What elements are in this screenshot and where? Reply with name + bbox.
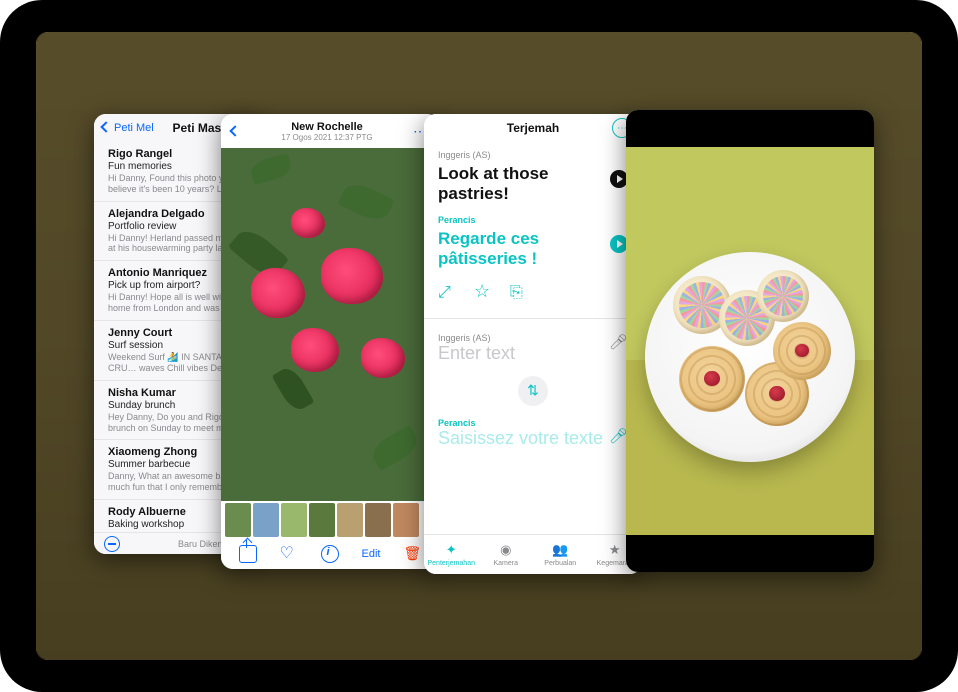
translation-tab-icon: ✦ [446,542,457,558]
output-lang-label[interactable]: Perancis [438,418,628,428]
thumbnail[interactable] [309,503,335,537]
thumbnail[interactable] [253,503,279,537]
photo-location: New Rochelle [241,121,413,133]
app-switcher[interactable]: Mail Peti Masuk Peti Mel Peti Masuk Rigo… [36,32,922,660]
photos-body: New Rochelle 17 Ogos 2021 12:37 PTG ⋯ [221,114,439,569]
ipad-screen: Mail Peti Masuk Peti Mel Peti Masuk Rigo… [36,32,922,660]
edit-button[interactable]: Edit [362,548,381,560]
input-placeholder-text: Enter text [438,343,515,363]
thumbnail[interactable] [225,503,251,537]
plate-image [645,252,855,462]
notes-body [626,110,874,572]
tab-translation[interactable]: ✦ Penterjemahan [424,535,479,574]
trash-icon[interactable] [403,545,421,563]
favorite-icon[interactable] [474,284,492,302]
tab-label: Penterjemahan [428,560,475,567]
app-card-notes[interactable]: Nota Baking Inspiration [626,110,874,572]
translate-tabbar: ✦ Penterjemahan ◉ Kamera 👥 Perbualan [424,534,642,574]
target-input[interactable]: Saisissez votre texte 🎤︎ [438,428,628,449]
translate-content: Inggeris (AS) Look at those pastries! Pe… [424,142,642,456]
app-card-photos[interactable]: Foto New Rochelle 17 Ogos 2021 12:37 PTG… [221,114,439,569]
divider [424,318,642,319]
thumbnail[interactable] [281,503,307,537]
photos-back-button[interactable] [231,122,241,140]
photo-viewer[interactable] [221,148,439,501]
input-lang-label[interactable]: Inggeris (AS) [438,333,628,343]
thumbnail[interactable] [393,503,419,537]
tab-camera[interactable]: ◉ Kamera [479,535,534,574]
target-text-value: Regarde ces pâtisseries ! [438,229,539,268]
dictionary-icon[interactable] [510,284,528,302]
app-card-translate[interactable]: Terjemah Terjemah ⋯ Inggeris (AS) Look a… [424,114,642,574]
source-lang-label[interactable]: Inggeris (AS) [438,150,628,160]
camera-tab-icon: ◉ [500,542,511,558]
source-text-value: Look at those pastries! [438,164,549,203]
chevron-left-icon [231,122,241,139]
photos-toolbar: Edit [221,539,439,569]
favorites-tab-icon: ★ [609,542,621,558]
mail-back-button[interactable]: Peti Mel [102,122,154,134]
tab-label: Kamera [493,560,518,567]
source-text: Look at those pastries! [438,164,628,205]
translate-actions [438,284,628,302]
translate-navbar: Terjemah ⋯ [424,114,642,142]
expand-icon[interactable] [438,284,456,302]
photos-navbar: New Rochelle 17 Ogos 2021 12:37 PTG ⋯ [221,114,439,148]
tab-label: Perbualan [544,560,576,567]
translate-title: Terjemah [507,121,559,135]
info-icon[interactable] [321,545,339,563]
note-attachment-photo[interactable] [626,147,874,535]
thumbnail[interactable] [365,503,391,537]
translate-body: Terjemah ⋯ Inggeris (AS) Look at those p… [424,114,642,574]
mail-back-label: Peti Mel [114,122,154,134]
target-text: Regarde ces pâtisseries ! [438,229,628,270]
thumbnail[interactable] [337,503,363,537]
target-lang-label[interactable]: Perancis [438,215,628,225]
photo-timestamp: 17 Ogos 2021 12:37 PTG [241,133,413,142]
output-block: Perancis Saisissez votre texte 🎤︎ [438,418,628,449]
tab-conversation[interactable]: 👥 Perbualan [533,535,588,574]
photo-thumbnail-strip[interactable] [221,501,439,539]
chevron-left-icon [102,122,112,134]
filter-icon[interactable] [104,536,120,552]
output-placeholder-text: Saisissez votre texte [438,428,603,448]
source-input[interactable]: Enter text 🎤︎ [438,343,628,364]
conversation-tab-icon: 👥 [552,542,568,558]
share-icon[interactable] [239,545,257,563]
favorite-icon[interactable] [280,545,298,563]
input-block: Inggeris (AS) Enter text 🎤︎ [438,333,628,364]
swap-languages-button[interactable]: ⇅ [518,376,548,406]
ipad-frame: Mail Peti Masuk Peti Mel Peti Masuk Rigo… [0,0,958,692]
